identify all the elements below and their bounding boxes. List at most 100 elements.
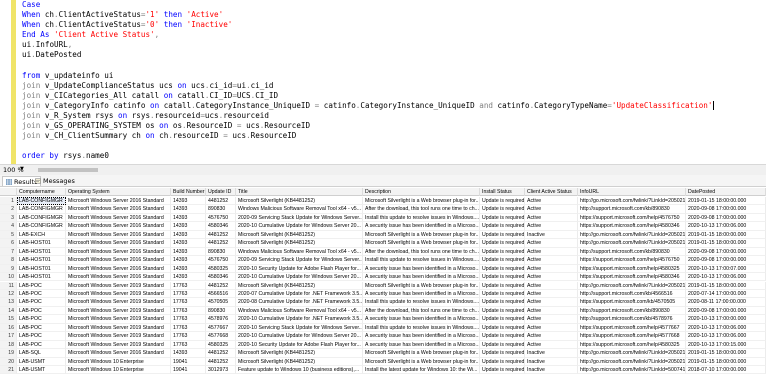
table-cell[interactable]: Microsoft Windows Server 2019 Standard	[66, 332, 171, 341]
table-cell[interactable]: 4481252	[206, 197, 236, 206]
column-header[interactable]	[0, 188, 17, 196]
table-cell[interactable]: Microsoft Windows Server 2016 Standard	[66, 197, 171, 206]
row-number[interactable]: 8	[0, 256, 17, 265]
table-cell[interactable]: 4577668	[206, 332, 236, 341]
table-cell[interactable]: 2020-08-11 17:00:00.000	[686, 298, 766, 307]
table-cell[interactable]: 14393	[171, 197, 206, 206]
table-cell[interactable]: Microsoft Silverlight (KB4481252)	[236, 197, 363, 206]
table-cell[interactable]: LAB-POC	[17, 281, 66, 290]
column-header[interactable]: Computername	[17, 188, 66, 196]
table-cell[interactable]: 2019-01-15 18:00:00.000	[686, 357, 766, 366]
table-cell[interactable]: 2020-10 Security Update for Adobe Flash …	[236, 340, 363, 350]
table-cell[interactable]: 4580346	[206, 273, 236, 282]
table-cell[interactable]: https://support.microsoft.com/help/45767…	[578, 213, 686, 223]
table-cell[interactable]: LAB-POC	[17, 332, 66, 341]
table-cell[interactable]: 2020-10 Servicing Stack Update for Windo…	[236, 323, 363, 333]
table-cell[interactable]: LAB-USMT	[17, 357, 66, 366]
table-cell[interactable]: 4570505	[206, 298, 236, 307]
table-cell[interactable]: 890830	[206, 205, 236, 214]
row-number[interactable]: 14	[0, 306, 17, 316]
table-cell[interactable]: Microsoft Silverlight (KB4481252)	[236, 239, 363, 248]
table-row[interactable]: 6 LAB-HOST01 Microsoft Windows Server 2016…	[0, 239, 766, 248]
column-header[interactable]: Title	[236, 188, 363, 196]
table-cell[interactable]: LAB-CONFIGMGR	[17, 213, 66, 223]
table-row[interactable]: 5 LAB-EXCH Microsoft Windows Server 2016 S…	[0, 230, 766, 240]
table-cell[interactable]: LAB-CONFIGMGR	[17, 222, 66, 231]
table-cell[interactable]: 2020-10-13 17:00:06.000	[686, 273, 766, 282]
table-cell[interactable]: LAB-EXCH	[17, 230, 66, 240]
table-cell[interactable]: LAB-HOST01	[17, 247, 66, 257]
table-cell[interactable]: 2018-07-10 17:00:00.000	[686, 366, 766, 375]
row-number[interactable]: 20	[0, 357, 17, 366]
table-cell[interactable]: 2020-07-14 17:00:00.000	[686, 289, 766, 299]
table-cell[interactable]: 17763	[171, 289, 206, 299]
table-cell[interactable]: 4580325	[206, 264, 236, 274]
table-cell[interactable]: LAB-HOST01	[17, 256, 66, 265]
table-row[interactable]: 1 LAB-CONFIGMGR Microsoft Windows Server 2…	[0, 197, 766, 206]
table-row[interactable]: 9 LAB-HOST01 Microsoft Windows Server 2016…	[0, 264, 766, 274]
column-header[interactable]: Description	[363, 188, 480, 196]
table-cell[interactable]: Update is required	[480, 273, 525, 282]
table-cell[interactable]: 2020-09 Servicing Stack Update for Windo…	[236, 213, 363, 223]
table-cell[interactable]: 890830	[206, 247, 236, 257]
table-cell[interactable]: Microsoft Windows Server 2019 Standard	[66, 340, 171, 350]
column-header[interactable]: Operating System	[66, 188, 171, 196]
table-cell[interactable]: Microsoft Windows Server 2019 Standard	[66, 298, 171, 307]
table-cell[interactable]: Update is required	[480, 332, 525, 341]
table-cell[interactable]: 4576750	[206, 256, 236, 265]
table-cell[interactable]: LAB-CONFIGMGR	[17, 205, 66, 214]
table-cell[interactable]: http://go.microsoft.com/fwlink/?LinkId=2…	[578, 281, 686, 290]
table-cell[interactable]: Active	[525, 289, 578, 299]
table-cell[interactable]: Windows Malicious Software Removal Tool …	[236, 205, 363, 214]
table-cell[interactable]: 2020-10-13 17:00:06.000	[686, 323, 766, 333]
row-number[interactable]: 12	[0, 289, 17, 299]
row-number[interactable]: 7	[0, 247, 17, 257]
table-cell[interactable]: https://support.microsoft.com/kb/4570505	[578, 298, 686, 307]
table-cell[interactable]: 2020-09 Servicing Stack Update for Windo…	[236, 256, 363, 265]
table-cell[interactable]: Microsoft Windows Server 2016 Standard	[66, 230, 171, 240]
table-cell[interactable]: Active	[525, 298, 578, 307]
table-cell[interactable]: http://support.microsoft.com/kb/890830	[578, 205, 686, 214]
table-cell[interactable]: Feature update to Windows 10 (business e…	[236, 366, 363, 375]
table-cell[interactable]: Update is required	[480, 315, 525, 324]
table-cell[interactable]: Microsoft Windows Server 2016 Standard	[66, 205, 171, 214]
table-cell[interactable]: Inactive	[525, 357, 578, 366]
table-cell[interactable]: http://support.microsoft.com/kb/890830	[578, 306, 686, 316]
table-cell[interactable]: 14393	[171, 230, 206, 240]
table-cell[interactable]: 4481252	[206, 357, 236, 366]
table-cell[interactable]: Microsoft Windows Server 2019 Standard	[66, 323, 171, 333]
table-cell[interactable]: 2020-10 Cumulative Update for Windows Se…	[236, 332, 363, 341]
table-cell[interactable]: 2019-01-15 18:00:00.000	[686, 281, 766, 290]
table-cell[interactable]: 2019-01-15 18:00:00.000	[686, 230, 766, 240]
table-row[interactable]: 3 LAB-CONFIGMGR Microsoft Windows Server 2…	[0, 213, 766, 223]
table-cell[interactable]: Update is required	[480, 264, 525, 274]
table-cell[interactable]: 17763	[171, 306, 206, 316]
table-cell[interactable]: https://support.microsoft.com/help/45803…	[578, 222, 686, 231]
results-grid[interactable]: Computername Operating System Build Number…	[0, 188, 766, 377]
table-row[interactable]: 17 LAB-POC Microsoft Windows Server 2019 S…	[0, 332, 766, 341]
table-cell[interactable]: https://support.microsoft.com/help/45803…	[578, 340, 686, 350]
table-cell[interactable]: Update is required	[480, 323, 525, 333]
table-cell[interactable]: LAB-POC	[17, 289, 66, 299]
table-row[interactable]: 4 LAB-CONFIGMGR Microsoft Windows Server 2…	[0, 222, 766, 231]
horizontal-scrollbar[interactable]	[34, 167, 762, 173]
table-cell[interactable]: Microsoft Windows Server 2016 Standard	[66, 264, 171, 274]
table-cell[interactable]: 2020-09-08 17:00:00.000	[686, 306, 766, 316]
table-cell[interactable]: Active	[525, 315, 578, 324]
table-cell[interactable]: 14393	[171, 256, 206, 265]
row-number[interactable]: 17	[0, 332, 17, 341]
table-cell[interactable]: Microsoft Silverlight is a Web browser p…	[363, 349, 480, 358]
column-header[interactable]: DatePosted	[686, 188, 766, 196]
row-number[interactable]: 4	[0, 222, 17, 231]
table-cell[interactable]: After the download, this tool runs one t…	[363, 306, 480, 316]
table-cell[interactable]: 4481252	[206, 281, 236, 290]
table-cell[interactable]: 2020-09-08 17:00:00.000	[686, 205, 766, 214]
table-cell[interactable]: After the download, this tool runs one t…	[363, 247, 480, 257]
table-cell[interactable]: 17763	[171, 281, 206, 290]
table-cell[interactable]: http://go.microsoft.com/fwlink/?LinkId=2…	[578, 357, 686, 366]
table-row[interactable]: 12 LAB-POC Microsoft Windows Server 2019 S…	[0, 289, 766, 299]
table-cell[interactable]: LAB-POC	[17, 298, 66, 307]
table-cell[interactable]: http://support.microsoft.com/kb/890830	[578, 247, 686, 257]
table-cell[interactable]: A security issue has been identified in …	[363, 222, 480, 231]
table-cell[interactable]: After the download, this tool runs one t…	[363, 205, 480, 214]
